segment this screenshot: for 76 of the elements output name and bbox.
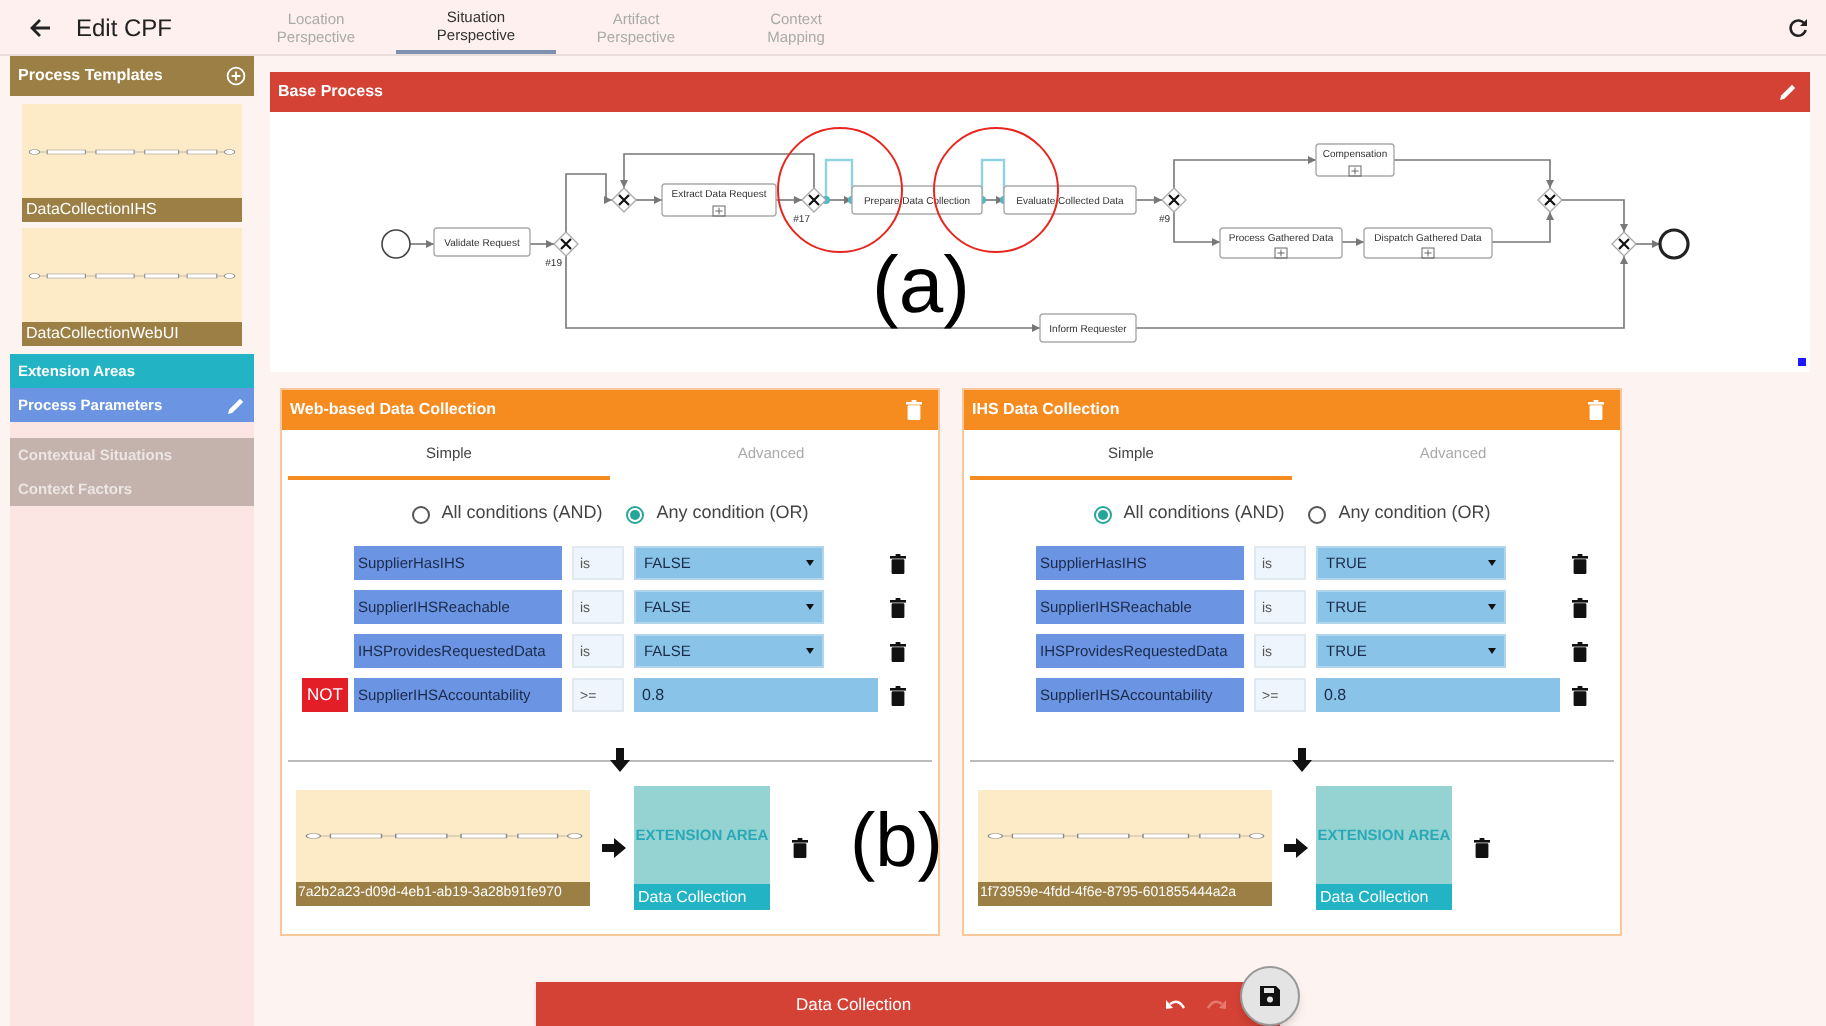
trash-icon[interactable] <box>890 597 906 617</box>
gateway-node <box>611 187 637 213</box>
start-event <box>381 229 411 259</box>
flow-arrow <box>825 196 853 204</box>
flow-arrow <box>775 196 803 204</box>
extension-area-label: Data Collection <box>634 884 770 910</box>
page-title: Edit CPF <box>76 11 175 45</box>
gateway-node <box>1611 231 1637 257</box>
arrow-right-icon <box>602 838 626 858</box>
end-event <box>1658 228 1690 260</box>
caret-icon <box>1488 560 1496 566</box>
radio-button[interactable] <box>1308 505 1327 523</box>
highlight-circle <box>777 127 903 253</box>
arrow-right-icon <box>1284 838 1308 858</box>
card-title: IHS Data Collection <box>972 398 1120 422</box>
undo-icon[interactable] <box>1166 998 1186 1012</box>
extension-area-label: Data Collection <box>1316 884 1452 910</box>
flow-arrow <box>1635 240 1661 248</box>
save-icon <box>1260 986 1280 1006</box>
radio-button[interactable] <box>1093 505 1112 523</box>
flow-arrow <box>1173 211 1221 246</box>
value-field[interactable]: 0.8 <box>1316 678 1560 712</box>
card-title: Web-based Data Collection <box>290 398 496 422</box>
gateway-node <box>801 187 827 213</box>
arrow-down-icon <box>1292 748 1312 772</box>
template-card[interactable]: DataCollectionWebUI <box>22 228 242 346</box>
template-card[interactable]: DataCollectionIHS <box>22 104 242 222</box>
flow-arrow <box>529 240 555 248</box>
refresh-icon[interactable] <box>1788 17 1808 37</box>
caret-icon <box>1488 648 1496 654</box>
arrow-down-icon <box>610 748 630 772</box>
pencil-icon[interactable] <box>1778 82 1798 102</box>
flow-arrow <box>1135 196 1163 204</box>
value-field[interactable]: 0.8 <box>634 678 878 712</box>
selection-handle <box>1798 358 1806 366</box>
trash-icon[interactable] <box>1572 553 1588 573</box>
trash-icon[interactable] <box>1572 597 1588 617</box>
radio-label: All conditions (AND) <box>1123 500 1285 527</box>
radio-label: Any condition (OR) <box>1338 500 1491 527</box>
template-label: DataCollectionIHS <box>22 198 242 222</box>
radio-button[interactable] <box>411 505 430 523</box>
flow-arrow <box>1491 211 1554 243</box>
gateway-node <box>1161 187 1187 213</box>
trash-icon[interactable] <box>1572 641 1588 661</box>
flow-arrow <box>635 196 663 204</box>
trash-icon[interactable] <box>1572 685 1588 705</box>
trash-icon[interactable] <box>1474 838 1490 858</box>
save-button[interactable] <box>1240 966 1300 1026</box>
radio-button[interactable] <box>626 505 645 523</box>
trash-icon[interactable] <box>890 553 906 573</box>
trash-icon[interactable] <box>890 685 906 705</box>
toolbar-title: Data Collection <box>796 992 912 1018</box>
template-label: DataCollectionWebUI <box>22 322 242 346</box>
trash-icon[interactable] <box>792 838 808 858</box>
flow-arrow <box>1561 199 1628 233</box>
annotation-label: (b) <box>850 800 943 884</box>
radio-label: Any condition (OR) <box>656 500 809 527</box>
flow-arrow <box>1173 156 1317 189</box>
caret-icon <box>806 648 814 654</box>
section-title: Process Templates <box>18 64 163 88</box>
caret-icon <box>1488 604 1496 610</box>
back-arrow-icon[interactable] <box>30 17 52 37</box>
gateway-node <box>553 231 579 257</box>
flow-arrow <box>1341 238 1365 246</box>
pencil-icon[interactable] <box>226 395 246 415</box>
flow-arrow <box>565 173 613 233</box>
caret-icon <box>806 560 814 566</box>
annotation-label: (a) <box>872 242 970 330</box>
trash-icon[interactable] <box>890 641 906 661</box>
gateway-node <box>1537 187 1563 213</box>
add-icon[interactable] <box>226 66 246 86</box>
panel-title: Base Process <box>278 80 383 104</box>
caret-icon <box>806 604 814 610</box>
radio-label: All conditions (AND) <box>441 500 603 527</box>
not-badge[interactable]: NOT <box>302 678 348 712</box>
flow-arrow <box>409 240 435 248</box>
